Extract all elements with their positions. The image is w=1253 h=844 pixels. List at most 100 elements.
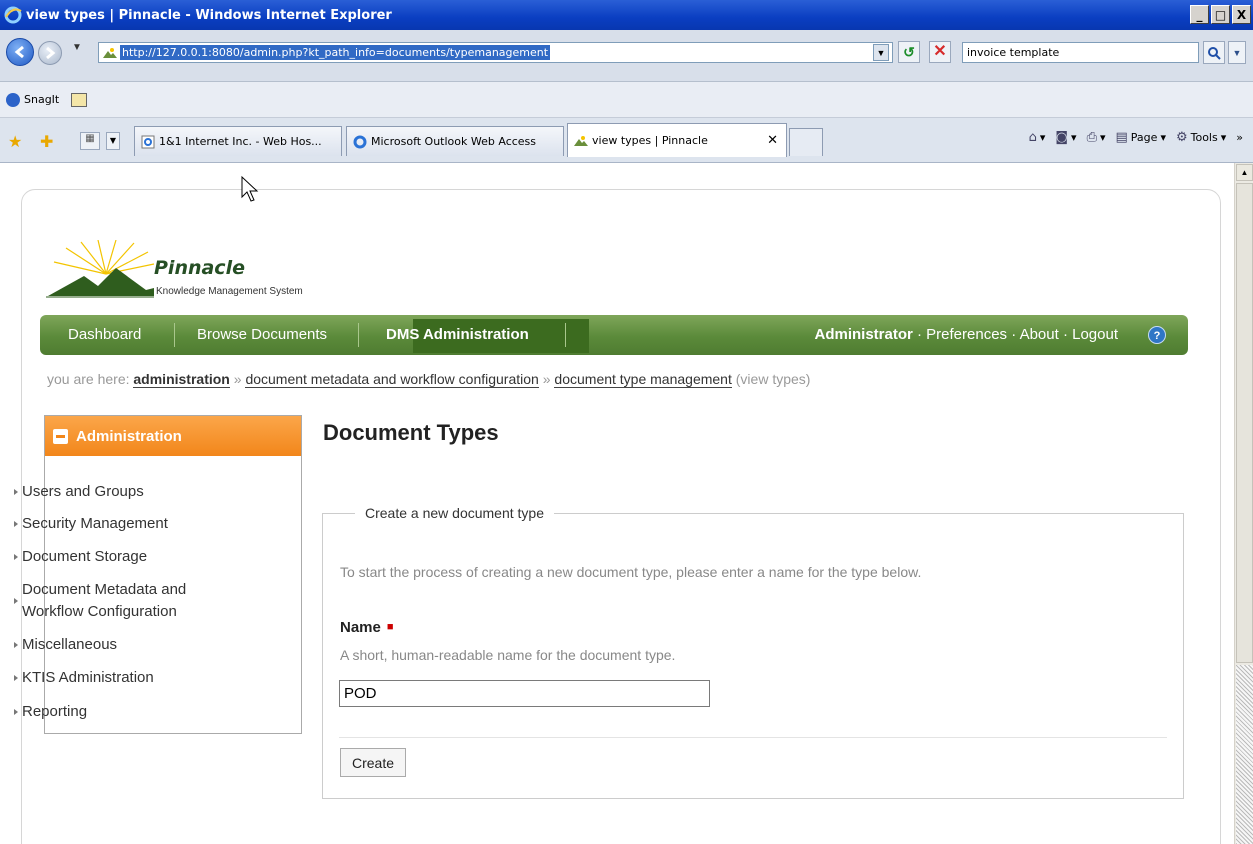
nav-separator [565,323,566,347]
printer-icon: ⎙ [1086,130,1097,145]
tab-label: Microsoft Outlook Web Access [371,135,537,148]
sidebar-item-metadata-workflow[interactable]: Document Metadata and Workflow Configura… [14,579,186,623]
help-icon[interactable]: ? [1148,326,1166,344]
user-name[interactable]: Administrator [814,326,912,343]
form-divider [339,737,1167,738]
fieldset-legend: Create a new document type [355,505,554,521]
tab-close-icon[interactable]: ✕ [767,133,778,148]
scrollbar-track[interactable] [1236,665,1253,844]
stop-button[interactable]: ✕ [929,41,951,63]
sidebar-item-label: Miscellaneous [22,636,118,653]
back-button[interactable] [6,38,34,66]
ie-page-icon [353,135,367,148]
sidebar-item-miscellaneous[interactable]: Miscellaneous [14,634,117,656]
required-marker-icon: ■ [386,621,394,633]
window-titlebar: view types | Pinnacle - Windows Internet… [0,0,1253,30]
sidebar-item-security-management[interactable]: Security Management [14,513,168,535]
sidebar-item-reporting[interactable]: Reporting [14,701,87,723]
create-button[interactable]: Create [340,748,406,777]
name-input[interactable] [339,680,710,707]
ie-page-icon [141,135,155,148]
sidebar-item-users-groups[interactable]: Users and Groups [14,481,144,503]
nav-dms-administration[interactable]: DMS Administration [386,326,529,343]
sidebar-title: Administration [76,427,182,445]
nav-dot: · [1011,326,1017,343]
tools-menu-label: Tools [1190,131,1218,144]
nav-browse-documents[interactable]: Browse Documents [197,326,327,343]
tools-menu[interactable]: ⚙ Tools ▾ [1176,130,1226,145]
sidebar-item-label: Document Metadata and Workflow Configura… [22,581,187,620]
nav-dot: · [1062,326,1068,343]
page-title: Document Types [323,420,499,445]
page-menu[interactable]: ▤ Page ▾ [1116,130,1166,145]
bullet-arrow-icon [14,598,18,604]
forward-button[interactable] [38,41,62,65]
form-intro-text: To start the process of creating a new d… [340,564,922,580]
nav-preferences[interactable]: Preferences [926,326,1007,343]
name-field-help: A short, human-readable name for the doc… [340,647,676,663]
name-field-label: Name ■ [340,619,394,636]
snagit-label[interactable]: SnagIt [24,93,59,106]
home-icon: ⌂ [1028,130,1037,145]
nav-dashboard[interactable]: Dashboard [68,326,141,343]
rss-feed-icon: ◙ [1055,130,1069,145]
quick-tabs-icon[interactable]: ▦ [80,132,100,150]
internet-explorer-icon [4,6,22,24]
site-favicon-icon [574,135,588,146]
favorites-star-icon[interactable]: ★ [8,132,22,151]
add-favorites-icon[interactable]: ✚ [40,132,53,151]
site-favicon-icon [103,47,117,58]
feeds-button[interactable]: ◙ ▾ [1055,130,1076,145]
nav-about[interactable]: About [1020,326,1059,343]
address-dropdown-button[interactable]: ▼ [873,44,889,61]
bullet-arrow-icon [14,642,18,649]
sidebar-item-label: Users and Groups [22,483,144,500]
search-icon [1208,46,1221,60]
tab-list-dropdown[interactable]: ▼ [106,132,120,150]
tab-bar: ★ ✚ ▦ ▼ 1&1 Internet Inc. - Web Hos... M… [0,118,1253,163]
maximize-button[interactable]: □ [1211,5,1230,24]
minimize-button[interactable]: _ [1190,5,1209,24]
address-url[interactable]: http://127.0.0.1:8080/admin.php?kt_path_… [120,45,551,60]
search-button[interactable] [1203,41,1225,64]
breadcrumb-current: (view types) [735,371,811,387]
command-bar: ⌂ ▾ ◙ ▾ ⎙ ▾ ▤ Page ▾ ⚙ Tools ▾ » [1029,130,1243,145]
breadcrumb-administration[interactable]: administration [133,371,230,388]
snagit-capture-icon[interactable] [71,92,88,107]
nav-separator [174,323,175,347]
sidebar-item-document-storage[interactable]: Document Storage [14,546,147,568]
tab-view-types-pinnacle[interactable]: view types | Pinnacle ✕ [567,123,787,157]
main-navigation: Dashboard Browse Documents DMS Administr… [40,315,1188,355]
breadcrumb-separator: » [542,371,551,387]
sidebar-header[interactable]: Administration [45,416,301,456]
logo-name: Pinnacle [154,257,245,279]
tab-1and1[interactable]: 1&1 Internet Inc. - Web Hos... [134,126,342,156]
collapse-minus-icon[interactable] [53,428,68,444]
refresh-button[interactable]: ↺ [898,41,920,63]
search-input[interactable] [962,42,1199,63]
toolbar-overflow-chevron-icon[interactable]: » [1236,131,1243,144]
browser-navigation-bar: ▼ http://127.0.0.1:8080/admin.php?kt_pat… [0,30,1253,82]
breadcrumb: you are here: administration » document … [47,371,811,388]
home-button[interactable]: ⌂ ▾ [1029,130,1046,145]
sidebar-item-label: Reporting [22,703,88,720]
scroll-up-arrow-icon[interactable]: ▲ [1236,164,1253,181]
close-button[interactable]: X [1232,5,1251,24]
new-tab-button[interactable] [789,128,823,156]
sidebar-item-ktis-administration[interactable]: KTIS Administration [14,667,154,689]
recent-pages-dropdown-icon[interactable]: ▼ [72,42,82,53]
back-arrow-icon [14,45,24,59]
print-button[interactable]: ⎙ ▾ [1087,130,1106,145]
breadcrumb-metadata-workflow[interactable]: document metadata and workflow configura… [245,371,539,388]
search-options-dropdown[interactable]: ▼ [1228,41,1246,64]
snagit-toolbar: SnagIt [0,82,1253,118]
breadcrumb-document-type-management[interactable]: document type management [554,371,732,388]
bullet-arrow-icon [14,709,18,716]
page-scrollbar[interactable]: ▲ [1234,163,1253,844]
tab-outlook-web-access[interactable]: Microsoft Outlook Web Access [346,126,564,156]
address-bar[interactable]: http://127.0.0.1:8080/admin.php?kt_path_… [98,42,893,63]
window-controls: _ □ X [1190,5,1251,24]
scrollbar-thumb[interactable] [1236,183,1253,663]
nav-logout[interactable]: Logout [1072,326,1118,343]
snagit-icon[interactable] [6,92,20,107]
